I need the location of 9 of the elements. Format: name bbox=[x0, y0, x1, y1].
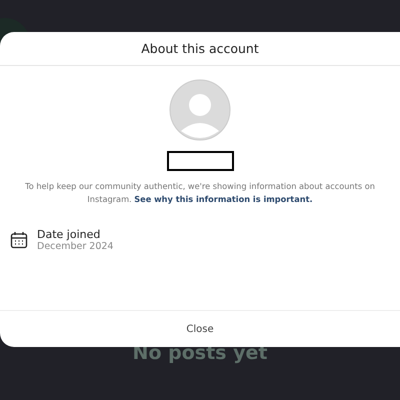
calendar-icon bbox=[10, 231, 28, 249]
notice-text: To help keep our community authentic, we're showing information about accounts on Instagram. See why this information is important. bbox=[24, 180, 376, 206]
close-button[interactable]: Close bbox=[182, 320, 218, 338]
detail-value: December 2024 bbox=[37, 241, 114, 252]
info-link[interactable]: See why this information is important. bbox=[134, 194, 313, 204]
detail-label: Date joined bbox=[37, 228, 102, 241]
dialog-title: About this account bbox=[141, 41, 259, 56]
avatar-icon bbox=[169, 79, 231, 141]
redaction-box bbox=[166, 151, 234, 171]
